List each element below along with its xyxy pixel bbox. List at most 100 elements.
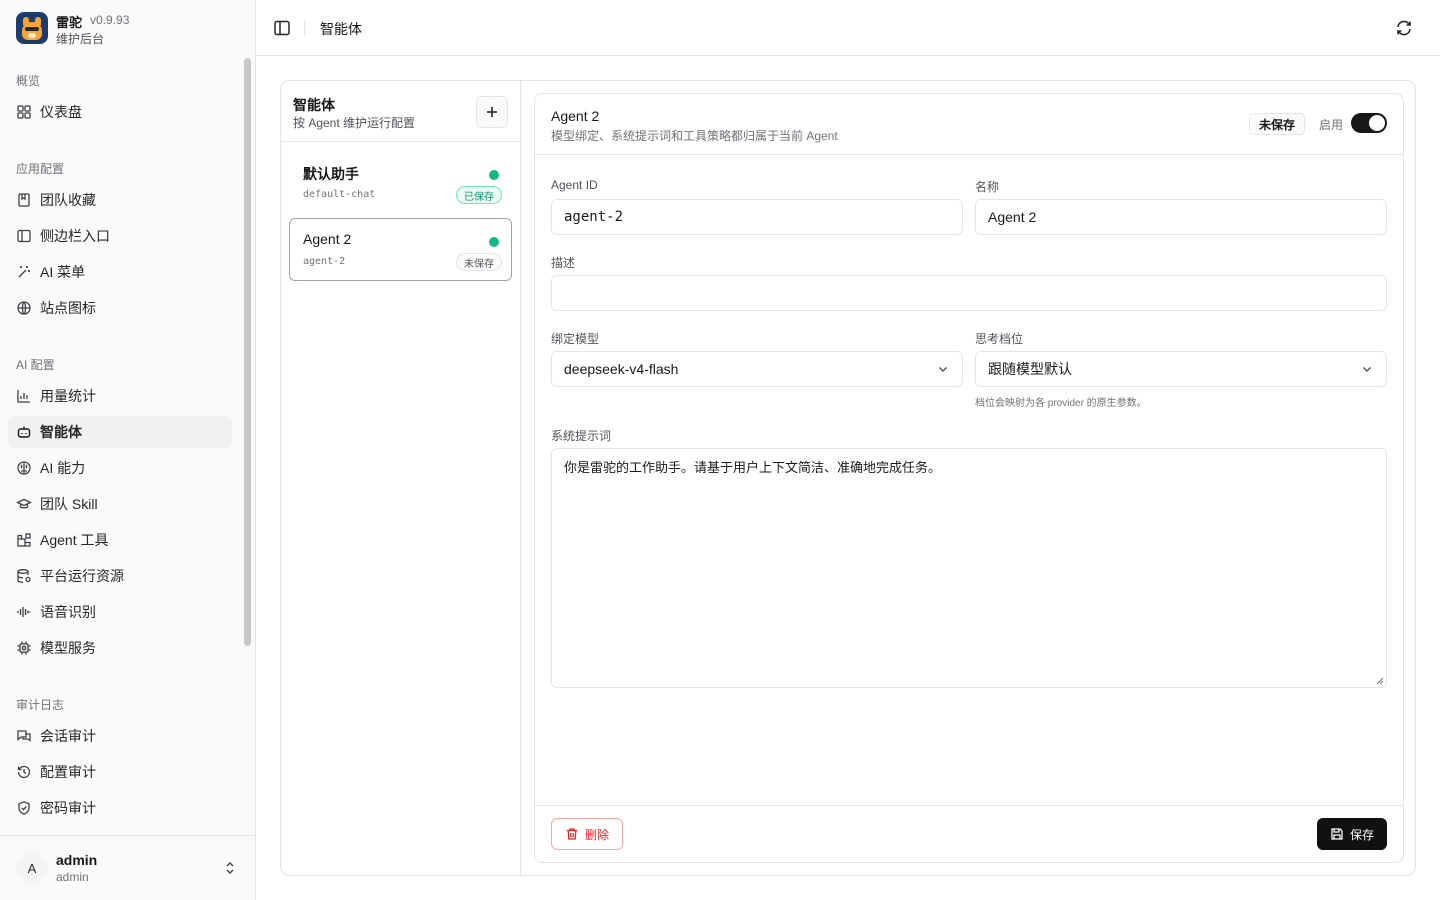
shield-check-icon [18, 801, 30, 815]
sidebar-item-platform-resources[interactable]: 平台运行资源 [8, 560, 232, 592]
save-button[interactable]: 保存 [1317, 818, 1387, 850]
brain-icon [17, 461, 31, 475]
agent-name: Agent 2 [303, 231, 352, 247]
sidebar-item-team-favorites[interactable]: 团队收藏 [8, 184, 232, 216]
system-prompt-textarea[interactable]: 你是雷驼的工作助手。请基于用户上下文简洁、准确地完成任务。 [551, 448, 1387, 688]
sidebar-item-password-audit[interactable]: 密码审计 [8, 792, 232, 824]
agent-list-item-default-chat[interactable]: 默认助手 default-chat 已保存 [289, 151, 512, 214]
thinking-select[interactable]: 跟随模型默认 [975, 351, 1387, 387]
sidebar-item-label: 密码审计 [40, 800, 96, 816]
sidebar-nav: 概览 仪表盘 应用配置 团队收藏 侧边栏入口 AI 菜单 站点图标 AI 配置 … [0, 56, 255, 835]
add-agent-button[interactable] [476, 96, 508, 128]
trash-icon [566, 828, 577, 840]
status-dot [489, 237, 499, 247]
model-value: deepseek-v4-flash [564, 361, 679, 377]
graduation-cap-icon [16, 498, 32, 509]
brand-logo [16, 12, 48, 44]
name-label: 名称 [975, 180, 1000, 194]
agent-detail-header: Agent 2 模型绑定、系统提示词和工具策略都归属于当前 Agent 未保存 … [535, 94, 1403, 155]
chevron-down-icon [1363, 367, 1371, 372]
sidebar-item-site-icon[interactable]: 站点图标 [8, 292, 232, 324]
header-divider [304, 20, 305, 36]
sidebar-item-team-skill[interactable]: 团队 Skill [8, 488, 232, 520]
agent-detail-panel: Agent 2 模型绑定、系统提示词和工具策略都归属于当前 Agent 未保存 … [534, 93, 1404, 863]
sidebar-item-label: 智能体 [40, 424, 82, 440]
sidebar-item-config-audit[interactable]: 配置审计 [8, 756, 232, 788]
chevrons-up-down-icon[interactable] [222, 860, 238, 876]
brand: 雷驼 v0.9.93 维护后台 [0, 0, 255, 56]
sidebar-item-session-audit[interactable]: 会话审计 [8, 720, 232, 752]
name-value: Agent 2 [988, 209, 1037, 225]
sidebar-item-label: AI 能力 [40, 460, 86, 476]
plus-icon [487, 107, 497, 117]
agent-list-item-agent-2[interactable]: Agent 2 agent-2 未保存 [289, 218, 512, 281]
bar-chart-icon [17, 390, 30, 403]
page-title: 智能体 [320, 21, 362, 37]
sidebar-item-label: 配置审计 [40, 764, 96, 780]
sidebar-item-label: 平台运行资源 [40, 568, 124, 584]
sidebar-item-label: 会话审计 [40, 728, 96, 744]
model-label: 绑定模型 [551, 332, 600, 346]
dashboard-icon [17, 105, 31, 119]
sidebar-item-label: 团队 Skill [40, 496, 98, 512]
agent-id: agent-2 [303, 256, 346, 267]
agent-id-input[interactable]: agent-2 [551, 199, 963, 235]
agent-list-subtitle: 按 Agent 维护运行配置 [293, 116, 416, 130]
delete-button[interactable]: 删除 [551, 818, 623, 850]
bot-icon [17, 426, 31, 438]
enable-toggle[interactable] [1351, 113, 1387, 133]
agents-panel: 智能体 按 Agent 维护运行配置 默认助手 default-chat 已保存… [280, 80, 1416, 876]
agent-list-title: 智能体 [293, 97, 335, 113]
thinking-label: 思考档位 [975, 332, 1024, 346]
sidebar-item-sidebar-entries[interactable]: 侧边栏入口 [8, 220, 232, 252]
sidebar-scrollbar[interactable] [244, 58, 251, 646]
agent-detail-footer: 删除 保存 [535, 805, 1403, 862]
chevron-down-icon [939, 367, 947, 372]
agent-name: 默认助手 [303, 166, 359, 182]
description-input[interactable] [551, 275, 1387, 311]
audio-waveform-icon [17, 607, 31, 617]
toggle-knob [1369, 115, 1385, 131]
unsaved-badge: 未保存 [1249, 113, 1306, 135]
brand-subtitle: 维护后台 [56, 32, 105, 46]
history-icon [17, 765, 31, 779]
agent-id-value: agent-2 [564, 209, 624, 225]
sidebar-toggle-icon[interactable] [272, 18, 292, 38]
sidebar-item-label: AI 菜单 [40, 264, 86, 280]
user-role: admin [56, 870, 89, 884]
avatar: A [16, 852, 48, 884]
sidebar-item-dashboard[interactable]: 仪表盘 [8, 96, 232, 128]
sidebar-item-label: 模型服务 [40, 640, 96, 656]
user-menu[interactable]: A admin admin [0, 835, 255, 900]
blocks-icon [17, 533, 31, 547]
cpu-icon [17, 641, 31, 655]
agent-detail-subtitle: 模型绑定、系统提示词和工具策略都归属于当前 Agent [551, 129, 838, 143]
top-header: 智能体 [256, 0, 1440, 56]
sidebar-item-agent-tools[interactable]: Agent 工具 [8, 524, 232, 556]
sidebar-item-agents[interactable]: 智能体 [8, 416, 232, 448]
agent-id-label: Agent ID [551, 178, 598, 192]
name-input[interactable]: Agent 2 [975, 199, 1387, 235]
sidebar-item-label: 用量统计 [40, 388, 96, 404]
description-label: 描述 [551, 256, 576, 270]
group-label-audit-logs: 审计日志 [16, 698, 65, 712]
model-select[interactable]: deepseek-v4-flash [551, 351, 963, 387]
sidebar-item-label: 团队收藏 [40, 192, 96, 208]
globe-icon [17, 301, 31, 315]
sidebar-item-ai-capabilities[interactable]: AI 能力 [8, 452, 232, 484]
bookmark-icon [18, 193, 30, 207]
sidebar-item-usage-stats[interactable]: 用量统计 [8, 380, 232, 412]
thinking-hint: 档位会映射为各 provider 的原生参数。 [975, 398, 1147, 409]
sidebar-item-speech-recognition[interactable]: 语音识别 [8, 596, 232, 628]
agent-list-pane: 智能体 按 Agent 维护运行配置 默认助手 default-chat 已保存… [281, 81, 521, 875]
agent-id: default-chat [303, 189, 376, 200]
refresh-icon[interactable] [1394, 18, 1414, 38]
thinking-value: 跟随模型默认 [988, 361, 1072, 377]
sidebar-item-label: 站点图标 [40, 300, 96, 316]
sidebar-item-ai-menu[interactable]: AI 菜单 [8, 256, 232, 288]
sidebar: 雷驼 v0.9.93 维护后台 概览 仪表盘 应用配置 团队收藏 侧边栏入口 A… [0, 0, 256, 900]
enable-label: 启用 [1319, 118, 1344, 132]
sidebar-item-model-services[interactable]: 模型服务 [8, 632, 232, 664]
agent-list-header: 智能体 按 Agent 维护运行配置 [281, 81, 520, 142]
resize-grip-icon[interactable] [1376, 677, 1384, 685]
